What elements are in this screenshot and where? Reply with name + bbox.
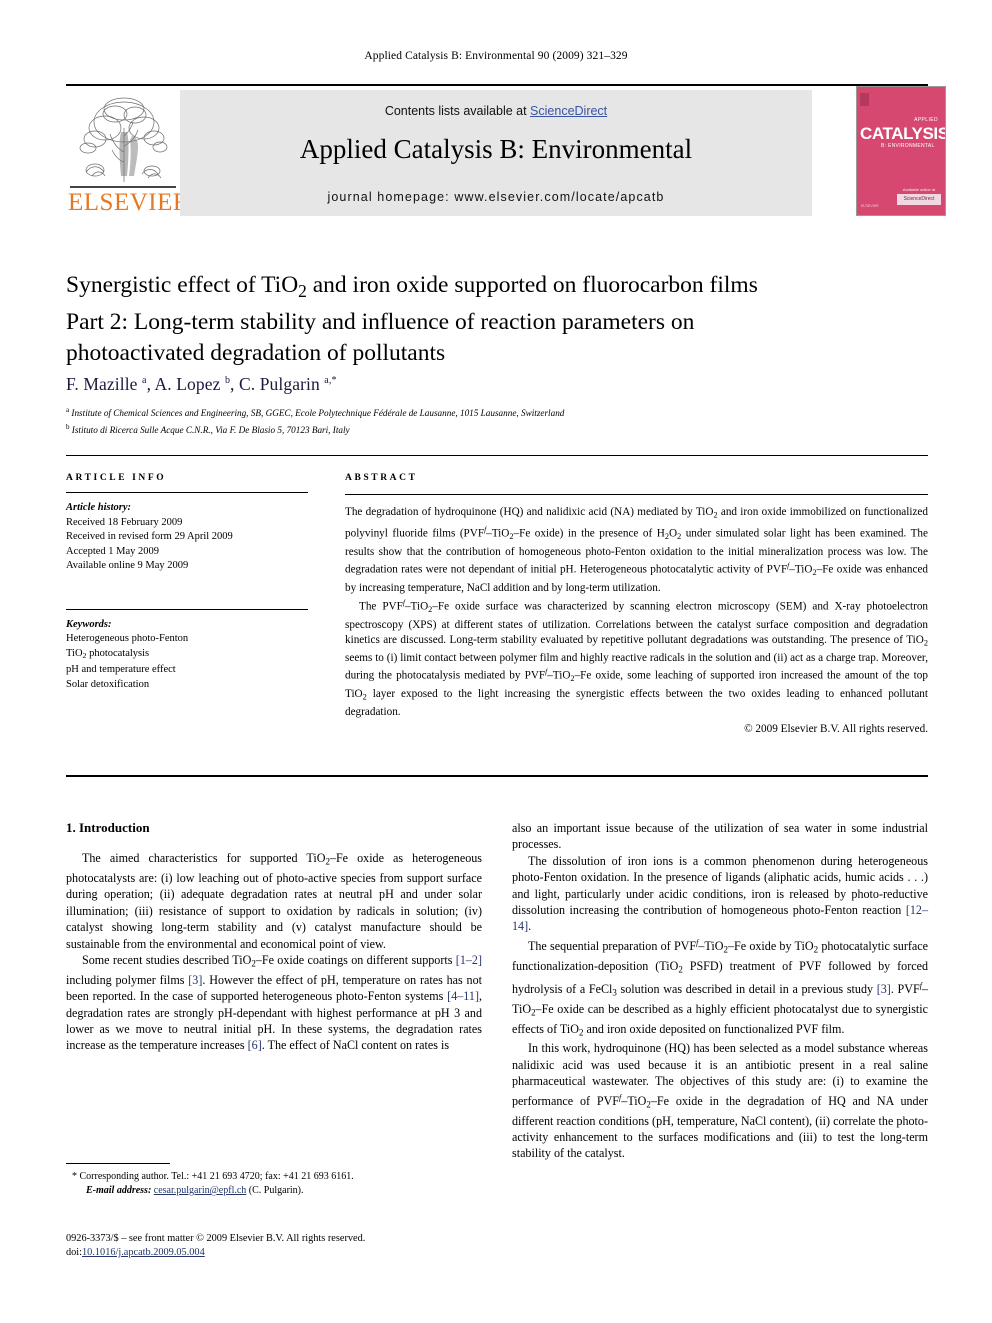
keyword-item-3: pH and temperature effect [66, 664, 176, 676]
cover-applied-label: APPLIED [914, 117, 938, 123]
band-top-rule [66, 455, 928, 456]
elsevier-logo: ELSEVIER [68, 90, 191, 216]
article-history-label: Article history: [66, 502, 132, 513]
article-history-revised: Received in revised form 29 April 2009 [66, 531, 233, 542]
doi-line: doi:10.1016/j.apcatb.2009.05.004 [66, 1246, 496, 1260]
email-owner: (C. Pulgarin). [248, 1185, 304, 1196]
cover-sciencedirect-badge: ScienceDirect [897, 194, 941, 205]
intro-paragraph-4: The dissolution of iron ions is a common… [512, 853, 928, 934]
intro-paragraph-1: The aimed characteristics for supported … [66, 851, 483, 951]
elsevier-wordmark: ELSEVIER [68, 189, 191, 216]
article-title-line-2: Part 2: Long-term stability and influenc… [66, 308, 695, 335]
citation-3a[interactable]: [3] [188, 973, 202, 987]
journal-title: Applied Catalysis B: Environmental [299, 134, 693, 164]
cover-catalysis-label: CATALYSIS [860, 124, 946, 143]
running-head: Applied Catalysis B: Environmental 90 (2… [364, 50, 628, 62]
citation-12-14[interactable]: [12–14] [512, 903, 928, 933]
article-history-online: Available online 9 May 2009 [66, 560, 189, 571]
contents-available-prefix: Contents lists available at [384, 104, 531, 118]
citation-4-11[interactable]: [4–11] [447, 989, 479, 1003]
keywords-label: Keywords: [66, 618, 112, 630]
article-history-accepted: Accepted 1 May 2009 [66, 545, 160, 557]
article-title: Synergistic effect of TiO2 and iron oxid… [66, 270, 916, 369]
article-info-heading: ARTICLE INFO [66, 473, 167, 483]
abstract-copyright: © 2009 Elsevier B.V. All rights reserved… [744, 723, 928, 736]
intro-paragraph-2: Some recent studies described TiO2–Fe ox… [66, 952, 483, 1053]
body-right-column: also an important issue because of the u… [512, 820, 928, 1162]
footnote-rule [66, 1163, 170, 1164]
band-bottom-rule [66, 775, 928, 777]
body-left-column: 1. Introduction The aimed characteristic… [66, 820, 482, 1054]
corresponding-author-note: * Corresponding author. Tel.: +41 21 693… [72, 1171, 354, 1182]
doi-link[interactable]: 10.1016/j.apcatb.2009.05.004 [82, 1247, 205, 1258]
intro-paragraph-6: In this work, hydroquinone (HQ) has been… [512, 1041, 928, 1161]
affiliation-b-text: Istituto di Ricerca Sulle Acque C.N.R., … [71, 424, 350, 435]
email-link[interactable]: cesar.pulgarin@epfl.ch [154, 1185, 247, 1196]
affiliation-a-text: Institute of Chemical Sciences and Engin… [71, 408, 565, 419]
email-note: E-mail address: cesar.pulgarin@epfl.ch (… [66, 1184, 482, 1198]
masthead-top-rule [66, 84, 928, 86]
elsevier-ground-line [70, 186, 176, 188]
abstract-paragraph-2: The PVFf–TiO2–Fe oxide surface was chara… [345, 598, 929, 718]
article-title-line-3: photoactivated degradation of pollutants [66, 339, 446, 366]
journal-cover-artwork: APPLIED CATALYSIS B: ENVIRONMENTAL Avail… [857, 87, 945, 215]
keyword-item-2: TiO2 photocatalysis [66, 647, 150, 660]
affiliation-a: a Institute of Chemical Sciences and Eng… [66, 406, 565, 419]
elsevier-tree-icon [72, 92, 174, 184]
article-info-column: ARTICLE INFO Article history: Received 1… [66, 473, 308, 692]
abstract-column: ABSTRACT The degradation of hydroquinone… [345, 473, 928, 737]
affiliation-b: b Istituto di Ricerca Sulle Acque C.N.R.… [66, 422, 350, 435]
abstract-rule [345, 494, 928, 495]
journal-cover-thumbnail[interactable]: APPLIED CATALYSIS B: ENVIRONMENTAL Avail… [856, 86, 946, 216]
email-address-label: E-mail address: [86, 1185, 152, 1196]
footnote-block: * Corresponding author. Tel.: +41 21 693… [66, 1170, 482, 1198]
journal-banner: Contents lists available at ScienceDirec… [180, 90, 812, 216]
author-list: F. Mazille a, A. Lopez b, C. Pulgarin a,… [66, 374, 337, 394]
cover-corner-mark [860, 93, 869, 106]
journal-article-page: Applied Catalysis B: Environmental 90 (2… [0, 0, 992, 1323]
cover-available-online-label: Available online at [902, 187, 936, 192]
citation-6[interactable]: [6] [248, 1038, 262, 1052]
abstract-heading: ABSTRACT [345, 473, 418, 483]
abstract-paragraph-1: The degradation of hydroquinone (HQ) and… [345, 506, 929, 594]
affiliations: a Institute of Chemical Sciences and Eng… [66, 404, 926, 437]
journal-masthead: ELSEVIER Contents lists available at Sci… [66, 84, 946, 216]
intro-paragraph-3: also an important issue because of the u… [512, 821, 928, 852]
citation-3b[interactable]: [3] [877, 982, 891, 996]
citation-1-2[interactable]: [1–2] [456, 953, 482, 967]
intro-paragraph-5: The sequential preparation of PVFf–TiO2–… [512, 937, 929, 1038]
journal-homepage-line[interactable]: journal homepage: www.elsevier.com/locat… [180, 190, 812, 204]
article-history-received: Received 18 February 2009 [66, 516, 183, 528]
contents-available-line: Contents lists available at ScienceDirec… [180, 104, 812, 118]
section-heading-introduction: 1. Introduction [66, 820, 150, 835]
keyword-item-1: Heterogeneous photo-Fenton [66, 633, 189, 644]
cover-environmental-label: B: ENVIRONMENTAL [881, 143, 935, 149]
doi-label: doi: [66, 1247, 83, 1258]
sciencedirect-link[interactable]: ScienceDirect [530, 104, 607, 118]
keyword-item-4: Solar detoxification [66, 678, 150, 690]
cover-publisher-label: ELSEVIER [861, 204, 879, 209]
keywords-rule [66, 608, 308, 610]
article-info-rule [66, 492, 308, 493]
issn-front-matter: 0926-3373/$ – see front matter © 2009 El… [66, 1233, 366, 1244]
article-title-line-1: Synergistic effect of TiO2 and iron oxid… [66, 272, 758, 301]
imprint-block: 0926-3373/$ – see front matter © 2009 El… [66, 1232, 496, 1260]
